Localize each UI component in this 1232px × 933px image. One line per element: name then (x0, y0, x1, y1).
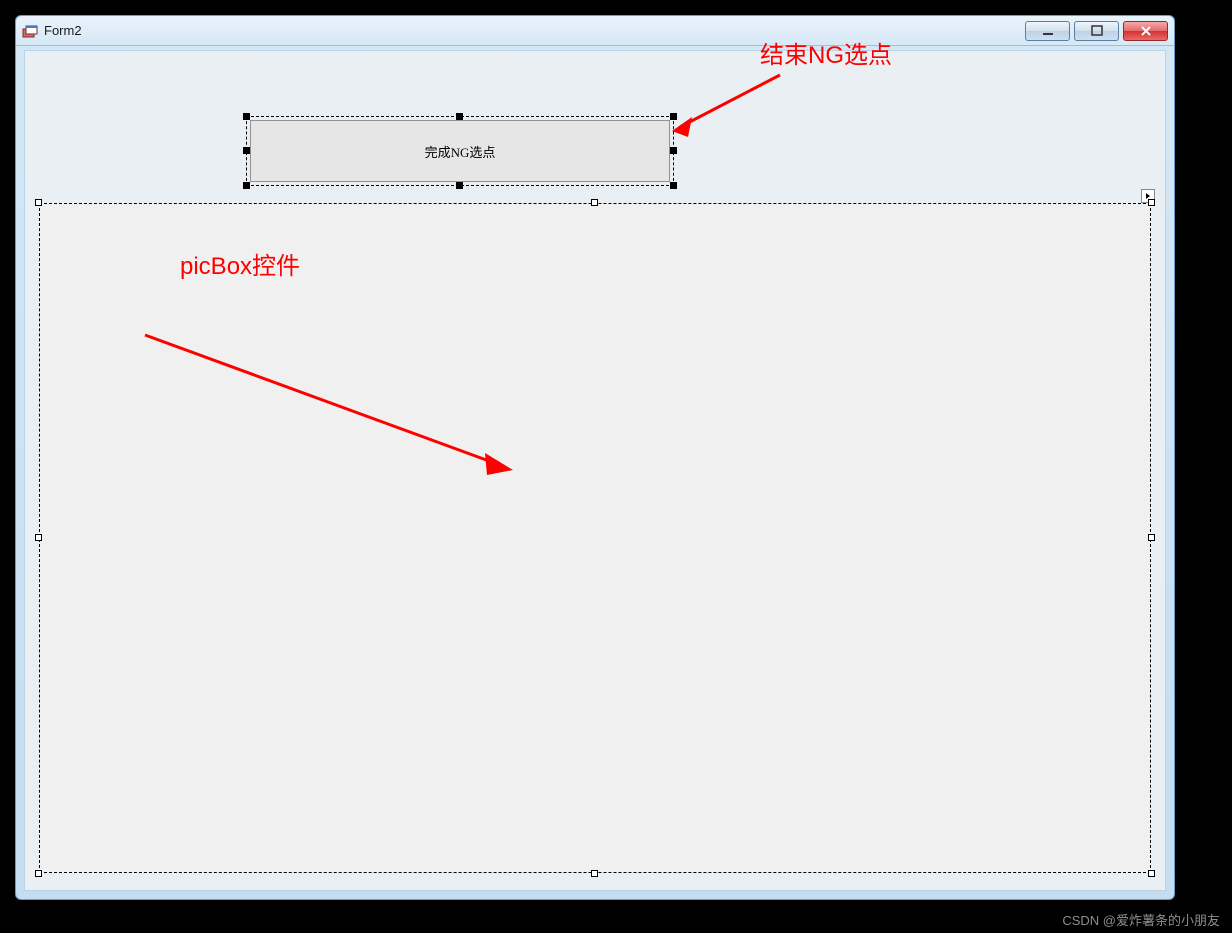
resize-handle[interactable] (35, 870, 42, 877)
resize-handle[interactable] (243, 147, 250, 154)
app-icon (22, 23, 38, 39)
resize-handle[interactable] (456, 113, 463, 120)
watermark-text: CSDN @爱炸薯条的小朋友 (1062, 910, 1220, 929)
resize-handle[interactable] (591, 870, 598, 877)
resize-handle[interactable] (670, 182, 677, 189)
selection-outline (246, 116, 674, 186)
titlebar[interactable]: Form2 (16, 16, 1174, 46)
resize-handle[interactable] (591, 199, 598, 206)
annotation-picbox-note: picBox控件 (180, 246, 300, 281)
maximize-button[interactable] (1074, 21, 1119, 41)
arrow-icon (670, 65, 790, 145)
minimize-button[interactable] (1025, 21, 1070, 41)
ng-button-control[interactable]: 完成NG选点 (250, 120, 670, 182)
close-button[interactable] (1123, 21, 1168, 41)
resize-handle[interactable] (670, 147, 677, 154)
resize-handle[interactable] (243, 113, 250, 120)
resize-handle[interactable] (35, 534, 42, 541)
picbox-control[interactable] (39, 203, 1151, 873)
picture-box[interactable] (39, 203, 1151, 873)
resize-handle[interactable] (243, 182, 250, 189)
resize-handle[interactable] (1148, 199, 1155, 206)
resize-handle[interactable] (1148, 870, 1155, 877)
arrow-icon (135, 325, 525, 485)
resize-handle[interactable] (456, 182, 463, 189)
resize-handle[interactable] (35, 199, 42, 206)
resize-handle[interactable] (1148, 534, 1155, 541)
